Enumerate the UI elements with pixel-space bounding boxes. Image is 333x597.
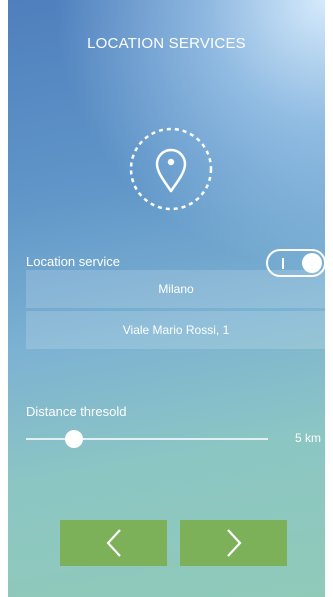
chevron-right-icon (226, 529, 241, 557)
city-value: Milano (158, 282, 194, 296)
page-title: LOCATION SERVICES (87, 35, 246, 52)
location-services-screen: LOCATION SERVICES Location service Milan… (8, 0, 325, 597)
distance-value: 5 km (294, 431, 321, 445)
distance-slider[interactable] (26, 430, 268, 448)
distance-slider-handle[interactable] (65, 430, 84, 448)
location-pin-icon (129, 122, 213, 216)
distance-threshold-label: Distance thresold (26, 404, 127, 419)
next-button[interactable] (180, 520, 287, 566)
toggle-on-mark (282, 258, 284, 269)
location-service-label: Location service (26, 254, 120, 269)
street-field[interactable]: Viale Mario Rossi, 1 (26, 311, 325, 349)
chevron-left-icon (106, 529, 121, 557)
previous-button[interactable] (60, 520, 167, 566)
street-value: Viale Mario Rossi, 1 (122, 323, 230, 337)
city-field[interactable]: Milano (26, 270, 325, 308)
